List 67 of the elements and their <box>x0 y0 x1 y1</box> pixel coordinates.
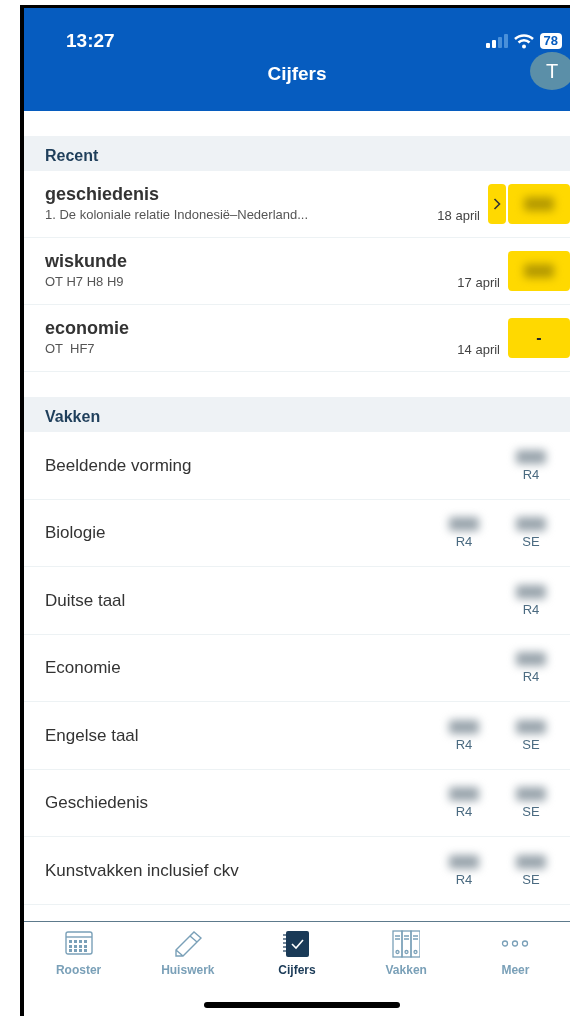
subject-name: Economie <box>45 657 121 679</box>
blurred-grade <box>449 719 479 734</box>
subject-name: geschiedenis <box>45 183 161 205</box>
grade-date: 17 april <box>457 273 500 292</box>
subject-row[interactable]: Engelse taal R4 SE <box>24 702 570 770</box>
blurred-grade <box>516 719 546 734</box>
grade-description: 1. De koloniale relatie Indonesië–Nederland... <box>45 205 309 224</box>
blurred-grade <box>449 517 479 532</box>
blurred-grade <box>516 854 546 869</box>
subject-row[interactable]: Beeldende vorming R4 <box>24 432 570 500</box>
subject-name: Engelse taal <box>45 724 139 747</box>
recent-grade-row[interactable]: economie OT HF7 14 april - <box>24 305 570 372</box>
subject-name: Duitse taal <box>45 589 126 612</box>
grade-period-label: R4 <box>455 805 473 819</box>
subject-row[interactable]: Geschiedenis R4 SE <box>24 769 570 837</box>
blurred-grade <box>449 854 479 869</box>
clock-time: 13:27 <box>66 28 115 53</box>
wifi-icon <box>513 33 534 49</box>
grade-period-label: R4 <box>455 737 473 751</box>
subject-name: wiskunde <box>45 250 128 272</box>
subject-name: Geschiedenis <box>45 792 148 814</box>
blurred-grade <box>516 787 546 802</box>
blurred-grade <box>516 449 546 464</box>
chevron-right-icon <box>493 198 501 210</box>
subject-row[interactable]: Economie R4 <box>24 634 570 702</box>
grade-date: 18 april <box>437 206 480 225</box>
chevron-tab[interactable] <box>488 184 506 224</box>
grade-date: 14 april <box>457 340 500 359</box>
blurred-grade <box>449 787 479 802</box>
grade-period-label: R4 <box>455 535 473 549</box>
subject-row[interactable]: Kunstvakken inclusief ckv R4 SE <box>24 837 570 905</box>
blurred-grade <box>516 517 546 532</box>
blurred-grade <box>524 197 554 211</box>
grade-period-label: SE <box>522 872 540 886</box>
avatar-button[interactable]: T <box>530 52 570 90</box>
blurred-grade <box>524 264 554 278</box>
section-heading: Recent <box>24 136 570 171</box>
subject-row[interactable]: Biologie R4 SE <box>24 499 570 567</box>
recent-grade-row[interactable]: geschiedenis 1. De koloniale relatie Indonesië–Nederland... 18 april <box>24 171 570 238</box>
binders-icon <box>392 930 421 958</box>
grade-period-label: SE <box>522 535 540 549</box>
blurred-grade <box>516 652 546 667</box>
subject-name: Beeldende vorming <box>45 454 192 477</box>
pencil-icon <box>173 930 202 958</box>
grade-period-label: SE <box>522 805 540 819</box>
grade-period-label: R4 <box>455 872 473 886</box>
recent-grade-row[interactable]: wiskunde OT H7 H8 H9 17 april <box>24 238 570 305</box>
battery-indicator: 78 <box>539 33 562 49</box>
subject-row[interactable]: Duitse taal R4 <box>24 567 570 635</box>
grade-period-label: R4 <box>522 467 540 481</box>
tab-bar-item[interactable]: Cijfers <box>242 922 352 980</box>
screen-title: Cijfers <box>267 63 327 84</box>
subject-name: economie <box>45 317 130 339</box>
subject-name: Biologie <box>45 522 106 544</box>
blurred-grade <box>516 584 546 599</box>
grade-description: OT HF7 <box>45 339 96 358</box>
grade-period-label: SE <box>522 737 540 751</box>
grade-period-label: R4 <box>522 602 540 616</box>
grade-period-label: R4 <box>522 670 540 684</box>
section-heading: Vakken <box>24 397 570 432</box>
more-dots-icon <box>501 940 530 947</box>
calendar-icon <box>64 930 93 958</box>
signal-icon <box>485 34 508 48</box>
grade-value: - <box>536 328 542 348</box>
notebook-check-icon <box>283 930 311 958</box>
subject-name: Kunstvakken inclusief ckv <box>45 859 239 882</box>
grade-description: OT H7 H8 H9 <box>45 272 125 291</box>
